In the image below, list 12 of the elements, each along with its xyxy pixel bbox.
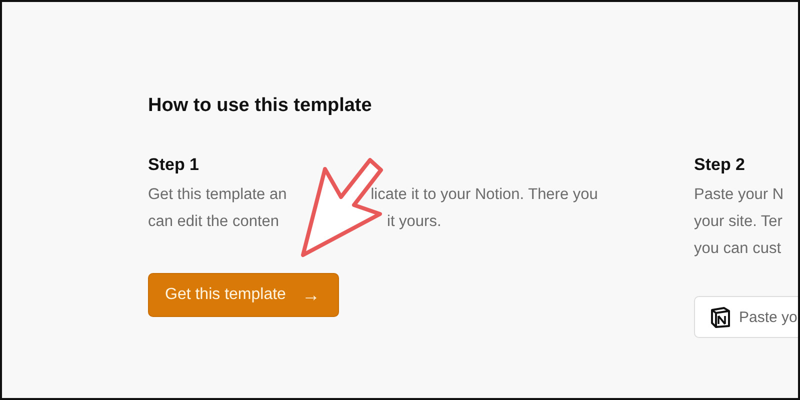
step-title: Step 2 — [694, 154, 746, 176]
step-title: Step 1 — [148, 154, 200, 176]
step-description: your site. Ter — [694, 212, 782, 232]
step-description: Paste your N — [694, 185, 784, 205]
paste-button[interactable]: Paste yo — [694, 296, 798, 338]
step-description: you can cust — [694, 239, 782, 259]
step-description: Get this template an — [148, 185, 287, 205]
notion-logo-icon — [709, 306, 731, 328]
step-description: it yours. — [387, 212, 442, 232]
section-heading: How to use this template — [148, 94, 373, 118]
step-description: licate it to your Notion. There you — [370, 185, 598, 205]
step-description: can edit the conten — [148, 212, 279, 232]
